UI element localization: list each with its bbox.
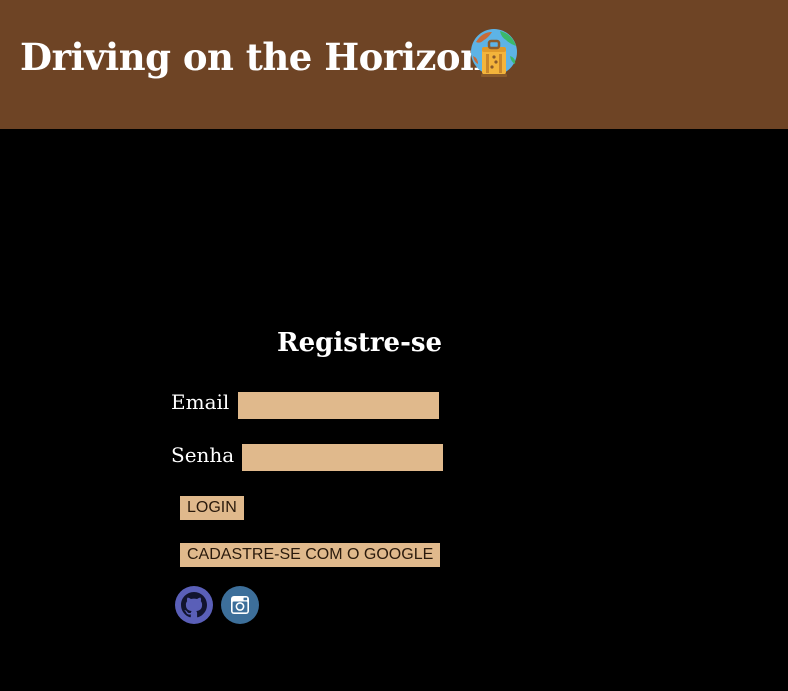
github-icon[interactable] — [175, 586, 213, 624]
instagram-icon[interactable] — [221, 586, 259, 624]
password-label: Senha — [171, 443, 235, 467]
form-title: Registre-se — [277, 328, 443, 358]
password-field[interactable] — [242, 444, 443, 471]
site-title: Driving on the Horizon — [20, 35, 487, 79]
email-label: Email — [171, 390, 230, 414]
globe-luggage-icon — [471, 29, 517, 77]
app-header: Driving on the Horizon — [0, 0, 788, 129]
google-signup-button[interactable]: CADASTRE-SE COM O GOOGLE — [180, 543, 441, 567]
login-button[interactable]: LOGIN — [180, 496, 244, 520]
email-field[interactable] — [238, 392, 439, 419]
